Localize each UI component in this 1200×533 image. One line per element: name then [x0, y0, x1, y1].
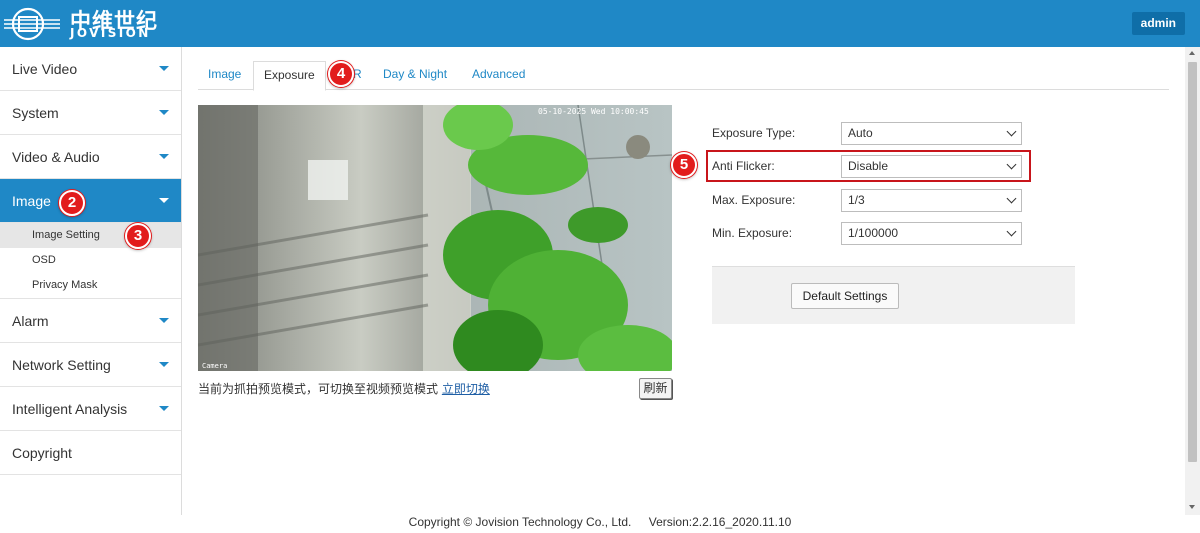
sidebar-item-label: Image	[12, 193, 51, 209]
camera-snapshot-image: 05-10-2025 Wed 10:00:45 Camera	[198, 105, 672, 371]
preview-mode-caption: 当前为抓拍预览模式，可切换至视频预览模式 立即切换	[198, 380, 490, 397]
scroll-up-icon[interactable]	[1189, 51, 1195, 55]
osd-timestamp: 05-10-2025 Wed 10:00:45	[538, 107, 649, 116]
sidebar: Live Video System Video & Audio Image Im…	[0, 47, 182, 515]
sidebar-item-live-video[interactable]: Live Video	[0, 47, 181, 91]
tab-exposure[interactable]: Exposure	[253, 61, 326, 91]
page-footer: Copyright © Jovision Technology Co., Ltd…	[0, 515, 1200, 533]
sidebar-item-image[interactable]: Image	[0, 179, 181, 223]
chevron-down-icon	[1006, 193, 1017, 204]
submenu-item-image-setting[interactable]: Image Setting	[0, 223, 181, 248]
sidebar-item-intelligent-analysis[interactable]: Intelligent Analysis	[0, 387, 181, 431]
preview-mode-text: 当前为抓拍预览模式，可切换至视频预览模式	[198, 382, 439, 396]
exposure-type-row: Exposure Type: Auto	[712, 122, 1022, 145]
min-exposure-row: Min. Exposure: 1/100000	[712, 222, 1022, 245]
sidebar-item-label: Live Video	[12, 61, 78, 77]
step-marker: 3	[125, 223, 151, 249]
sidebar-item-label: Network Setting	[12, 357, 111, 373]
caret-down-icon	[159, 66, 169, 71]
footer-version: Version:2.2.16_2020.11.10	[648, 515, 792, 529]
caret-down-icon	[159, 362, 169, 367]
caret-down-icon	[159, 318, 169, 323]
user-menu-button[interactable]: admin	[1131, 12, 1185, 35]
image-submenu: Image Setting OSD Privacy Mask	[0, 223, 181, 299]
sidebar-item-label: Copyright	[12, 445, 72, 461]
caret-down-icon	[159, 198, 169, 203]
vertical-scrollbar[interactable]	[1185, 47, 1200, 515]
refresh-button[interactable]: 刷新	[639, 378, 672, 399]
step-marker: 5	[671, 152, 697, 178]
tab-day-night[interactable]: Day & Night	[383, 61, 447, 90]
submenu-item-privacy-mask[interactable]: Privacy Mask	[0, 273, 181, 298]
min-exposure-value: 1/100000	[848, 226, 899, 240]
sidebar-item-system[interactable]: System	[0, 91, 181, 135]
sidebar-item-label: Alarm	[12, 313, 49, 329]
sidebar-item-video-audio[interactable]: Video & Audio	[0, 135, 181, 179]
sidebar-item-network-setting[interactable]: Network Setting	[0, 343, 181, 387]
camera-preview: 05-10-2025 Wed 10:00:45 Camera	[198, 105, 672, 371]
caret-down-icon	[159, 406, 169, 411]
step-marker: 2	[59, 190, 85, 216]
logo-english-text: JOVISION	[70, 26, 151, 40]
chevron-down-icon	[1006, 126, 1017, 137]
sidebar-item-label: System	[12, 105, 59, 121]
scroll-down-icon[interactable]	[1189, 505, 1195, 509]
sidebar-item-label: Intelligent Analysis	[12, 401, 128, 417]
anti-flicker-highlight	[706, 150, 1031, 182]
tab-advanced[interactable]: Advanced	[472, 61, 525, 90]
settings-action-panel: Default Settings	[712, 266, 1075, 324]
max-exposure-select[interactable]: 1/3	[841, 189, 1022, 212]
default-settings-button[interactable]: Default Settings	[791, 283, 899, 309]
caret-down-icon	[159, 110, 169, 115]
jovision-logo-icon	[4, 7, 60, 41]
exposure-type-select[interactable]: Auto	[841, 122, 1022, 145]
min-exposure-select[interactable]: 1/100000	[841, 222, 1022, 245]
exposure-type-value: Auto	[848, 126, 873, 140]
max-exposure-label: Max. Exposure:	[712, 193, 796, 207]
scrollbar-thumb[interactable]	[1188, 62, 1197, 462]
switch-preview-link[interactable]: 立即切换	[442, 382, 490, 396]
osd-channel-name: Camera	[202, 362, 227, 370]
max-exposure-row: Max. Exposure: 1/3	[712, 189, 1022, 212]
top-header: 中维世纪 JOVISION admin	[0, 0, 1200, 47]
caret-down-icon	[159, 154, 169, 159]
max-exposure-value: 1/3	[848, 193, 865, 207]
footer-copyright: Copyright © Jovision Technology Co., Ltd…	[408, 515, 632, 529]
tab-image[interactable]: Image	[208, 61, 241, 90]
step-marker: 4	[328, 61, 354, 87]
sidebar-item-alarm[interactable]: Alarm	[0, 299, 181, 343]
sidebar-item-label: Video & Audio	[12, 149, 100, 165]
exposure-type-label: Exposure Type:	[712, 126, 796, 140]
submenu-item-osd[interactable]: OSD	[0, 248, 181, 273]
tab-wdr[interactable]: R	[353, 61, 362, 90]
logo: 中维世纪 JOVISION	[0, 0, 182, 47]
chevron-down-icon	[1006, 226, 1017, 237]
sidebar-item-copyright[interactable]: Copyright	[0, 431, 181, 475]
min-exposure-label: Min. Exposure:	[712, 226, 793, 240]
